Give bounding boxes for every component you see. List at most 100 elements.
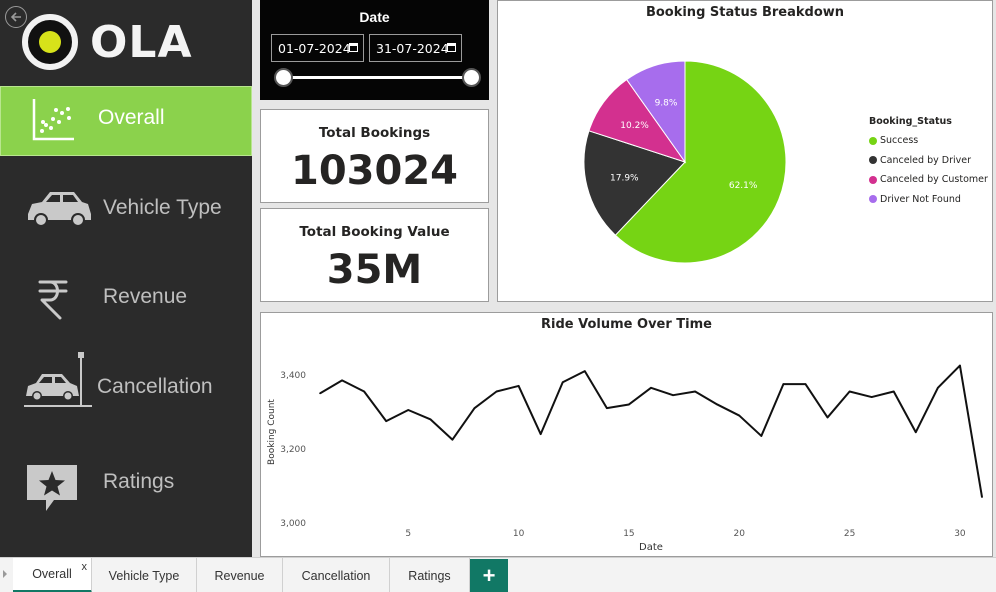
scatter-chart-icon: [29, 95, 77, 145]
data-point[interactable]: [628, 403, 630, 406]
end-date-input[interactable]: 31-07-2024: [369, 34, 462, 62]
legend-swatch: [869, 175, 877, 184]
x-tick-label: 20: [734, 529, 746, 539]
pie-legend: Booking_Status Success Canceled by Driver…: [869, 116, 988, 209]
start-date-input[interactable]: 01-07-2024: [271, 34, 364, 62]
y-tick-label: 3,000: [280, 519, 306, 529]
data-point[interactable]: [760, 435, 763, 437]
x-tick-label: 30: [954, 529, 966, 539]
ola-logo: OLA: [22, 10, 193, 74]
data-point[interactable]: [561, 381, 564, 384]
sidebar-item-label: Overall: [98, 106, 165, 129]
x-tick-label: 5: [405, 529, 411, 539]
legend-item[interactable]: Canceled by Customer: [869, 170, 988, 190]
tab-overall[interactable]: Overall x: [13, 558, 92, 592]
sidebar-item-overall[interactable]: Overall: [0, 86, 252, 156]
pie-slice-label: 17.9%: [610, 173, 639, 183]
data-point[interactable]: [451, 438, 454, 441]
data-point[interactable]: [716, 403, 718, 406]
data-point[interactable]: [870, 396, 873, 398]
data-point[interactable]: [915, 431, 917, 434]
dashboard-root: OLA Overall Vehicle Type Revenue Cancell…: [0, 0, 996, 592]
data-point[interactable]: [892, 390, 895, 393]
sidebar-item-revenue[interactable]: Revenue: [0, 262, 252, 332]
logo-text: OLA: [90, 16, 193, 68]
legend-label: Driver Not Found: [880, 193, 961, 205]
tab-vehicle-type[interactable]: Vehicle Type: [92, 558, 197, 592]
tab-cancellation[interactable]: Cancellation: [283, 558, 390, 592]
data-point[interactable]: [341, 379, 343, 382]
chart-title: Booking Status Breakdown: [645, 5, 845, 20]
data-point[interactable]: [672, 394, 674, 396]
data-point[interactable]: [495, 390, 498, 393]
data-point[interactable]: [517, 385, 520, 387]
tab-label: Vehicle Type: [108, 568, 180, 583]
pie-chart: 62.1% 17.9% 10.2% 9.8%: [583, 60, 787, 264]
y-tick-label: 3,200: [280, 445, 306, 455]
data-point[interactable]: [429, 418, 432, 421]
sidebar-item-label: Ratings: [103, 470, 175, 493]
tab-label: Cancellation: [301, 568, 371, 583]
sidebar-item-label: Vehicle Type: [103, 196, 222, 219]
data-point[interactable]: [694, 390, 696, 393]
legend-swatch: [869, 195, 877, 204]
data-point[interactable]: [407, 409, 410, 411]
data-point[interactable]: [319, 392, 321, 395]
x-tick-label: 15: [623, 529, 634, 539]
data-point[interactable]: [804, 383, 807, 385]
end-date-value: 31-07-2024: [376, 40, 449, 56]
kpi-value: 35M: [326, 247, 423, 293]
ride-volume-line[interactable]: [319, 364, 983, 498]
data-point[interactable]: [363, 390, 365, 393]
data-point[interactable]: [606, 407, 608, 409]
y-axis-label: Booking Count: [267, 399, 277, 465]
date-slicer-title: Date: [359, 9, 390, 25]
legend-label: Success: [880, 135, 919, 147]
data-point[interactable]: [473, 407, 476, 409]
legend-item[interactable]: Success: [869, 131, 988, 151]
date-range-start-handle[interactable]: [273, 68, 293, 87]
data-point[interactable]: [650, 386, 652, 389]
tab-scroll-left-icon[interactable]: [3, 570, 7, 578]
total-booking-value-card: Total Booking Value 35M: [260, 208, 489, 302]
x-tick-label: 10: [513, 529, 525, 539]
data-point[interactable]: [937, 386, 939, 389]
pie-slice-label: 62.1%: [729, 181, 758, 191]
logo-circle-icon: [22, 14, 78, 70]
sidebar-item-label: Cancellation: [97, 375, 213, 398]
data-point[interactable]: [584, 370, 586, 372]
page-tab-bar: Overall x Vehicle Type Revenue Cancellat…: [0, 557, 996, 592]
close-icon[interactable]: x: [82, 561, 88, 573]
data-point[interactable]: [738, 414, 741, 417]
legend-item[interactable]: Driver Not Found: [869, 190, 988, 210]
data-point[interactable]: [385, 420, 387, 422]
legend-label: Canceled by Driver: [880, 154, 971, 166]
tab-ratings[interactable]: Ratings: [390, 558, 470, 592]
tab-revenue[interactable]: Revenue: [197, 558, 283, 592]
legend-swatch: [869, 156, 877, 165]
date-range-end-handle[interactable]: [461, 68, 481, 87]
calendar-icon[interactable]: [447, 43, 456, 52]
kpi-title: Total Booking Value: [299, 224, 450, 240]
start-date-value: 01-07-2024: [278, 40, 351, 56]
legend-item[interactable]: Canceled by Driver: [869, 151, 988, 171]
tab-label: Revenue: [214, 568, 265, 583]
legend-label: Canceled by Customer: [880, 174, 988, 186]
kpi-title: Total Bookings: [318, 125, 431, 141]
add-page-button[interactable]: +: [470, 559, 508, 592]
data-point[interactable]: [981, 496, 983, 498]
date-range-slider-track[interactable]: [283, 76, 471, 79]
x-axis-label: Date: [639, 542, 663, 553]
sidebar-item-vehicle-type[interactable]: Vehicle Type: [0, 172, 252, 242]
data-point[interactable]: [782, 383, 785, 385]
data-point[interactable]: [539, 433, 542, 435]
data-point[interactable]: [848, 390, 851, 393]
data-point[interactable]: [826, 416, 829, 419]
line-chart: 3,000 3,200 3,400 5 10 15 20 25 30 Date Booking Co…: [267, 364, 983, 553]
calendar-icon[interactable]: [349, 43, 358, 52]
sidebar-item-cancellation[interactable]: Cancellation: [0, 350, 252, 420]
sidebar-item-ratings[interactable]: Ratings: [0, 446, 252, 516]
pie-slice-label: 10.2%: [620, 121, 649, 131]
data-point[interactable]: [959, 364, 961, 367]
car-crash-icon: [22, 350, 94, 412]
